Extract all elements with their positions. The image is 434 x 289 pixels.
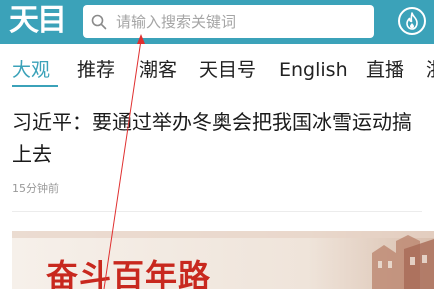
tab-english[interactable]: English [279,56,348,86]
tab-live[interactable]: 直播 [366,56,404,86]
tab-daguan[interactable]: 大观 [12,56,50,86]
tab-zhe[interactable]: 浙 [426,56,434,86]
tab-chaoke[interactable]: 潮客 [139,56,177,86]
article-title[interactable]: 习近平：要通过举办冬奥会把我国冰雪运动搞上去 [12,106,424,170]
search-input[interactable] [116,5,366,38]
banner-image[interactable]: 奋斗百年路 [12,231,434,289]
hot-button[interactable] [398,7,426,35]
search-box[interactable] [83,5,374,38]
article-time: 15分钟前 [12,182,59,195]
banner-title: 奋斗百年路 [46,257,212,289]
tab-tianmuhao[interactable]: 天目号 [199,56,256,86]
app-logo[interactable]: 天目 [9,3,67,39]
divider [12,211,422,212]
channel-tabs: 大观 推荐 潮客 天目号 English 直播 浙 [0,56,434,86]
flame-icon [406,12,418,30]
active-tab-indicator [12,85,58,87]
top-header: 天目 [0,0,434,44]
search-icon [91,14,107,30]
tab-recommend[interactable]: 推荐 [77,56,115,86]
